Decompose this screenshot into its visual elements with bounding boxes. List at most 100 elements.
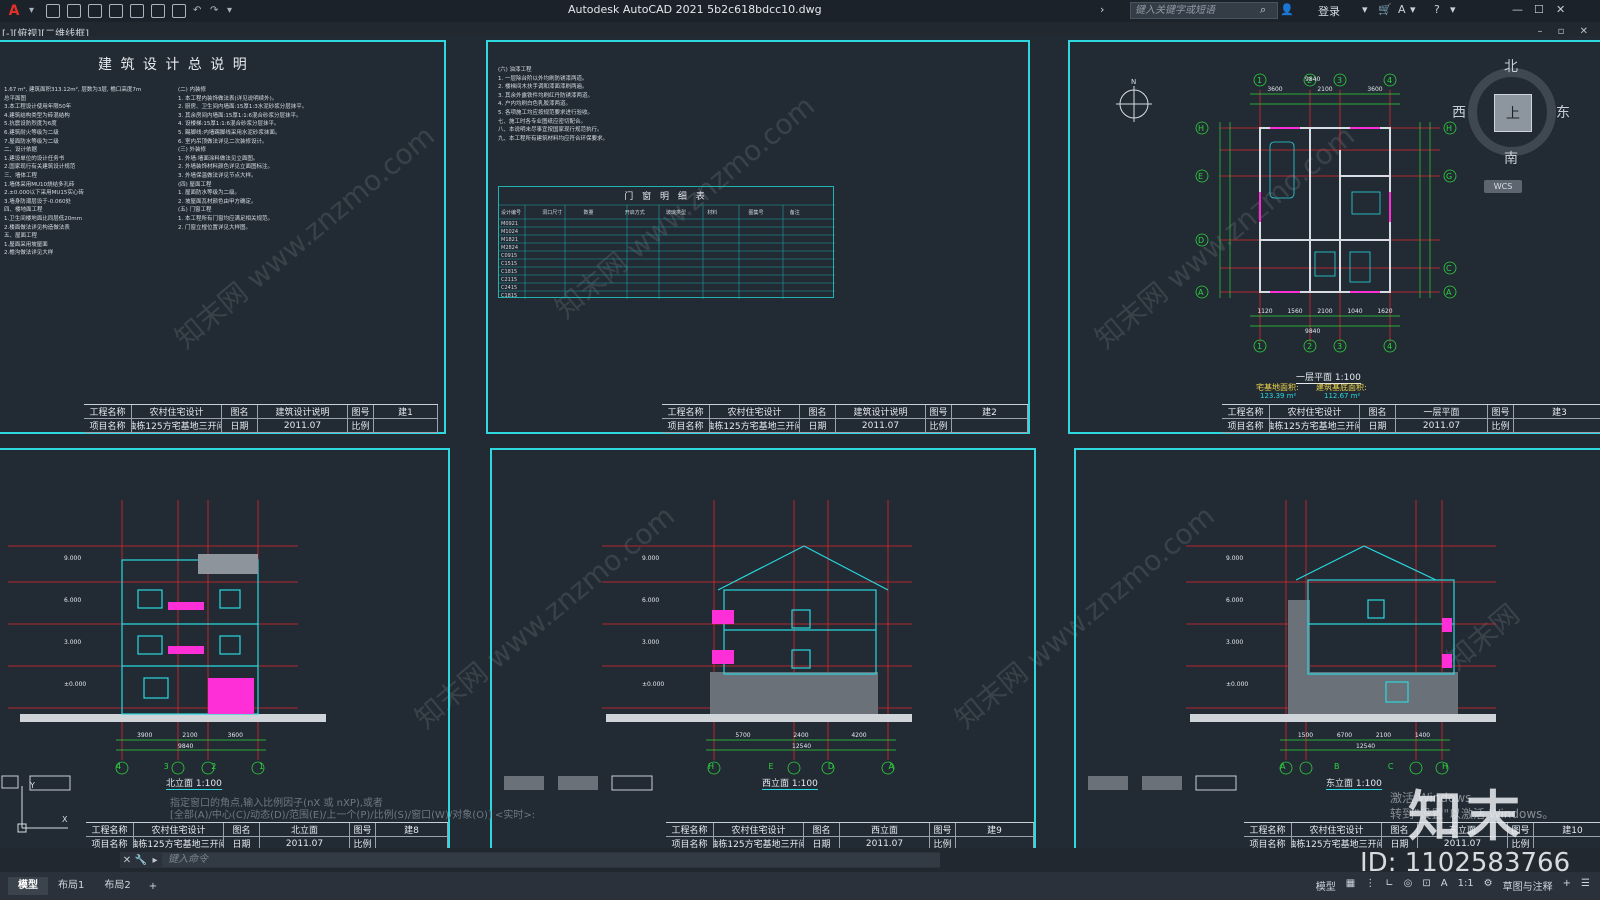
north-level-marks: 9.000 6.000 3.000 ±0.000 bbox=[64, 538, 86, 706]
item-name: (独栋125方宅基地三开间) bbox=[714, 837, 804, 848]
title-block-label: 图名 bbox=[804, 823, 840, 837]
svg-text:G: G bbox=[1446, 172, 1452, 181]
svg-text:A: A bbox=[1198, 288, 1204, 297]
scale-value bbox=[1534, 837, 1600, 848]
close-icon[interactable]: ✕ bbox=[120, 855, 134, 866]
recent-commands-icon[interactable]: ▸ bbox=[148, 855, 162, 866]
customization-icon[interactable]: ☰ bbox=[1581, 878, 1590, 893]
wcs-menu[interactable]: WCS bbox=[1484, 180, 1522, 193]
east-level-marks: 9.000 6.000 3.000 ±0.000 bbox=[1226, 538, 1248, 706]
north-axis-labels: 4 3 2 1 bbox=[116, 762, 264, 771]
sheet-west-elevation[interactable]: H E D A 5700 2400 4200 12540 9.000 6.000 3.000 ±… bbox=[490, 448, 1036, 848]
close-icon[interactable]: ✕ bbox=[1556, 3, 1565, 16]
item-name: (独栋125方宅基地三开间) bbox=[1292, 837, 1382, 848]
svg-text:H: H bbox=[1198, 124, 1204, 133]
title-block-label: 图名 bbox=[222, 405, 258, 419]
level-mark: 9.000 bbox=[64, 555, 82, 562]
plan-bottom-dimensions: 1120 1560 2100 1040 1620 bbox=[1250, 308, 1400, 315]
autocad-logo-icon[interactable]: A bbox=[6, 3, 22, 19]
axis-label: H bbox=[708, 762, 715, 771]
snap-icon[interactable]: ⋮ bbox=[1365, 878, 1375, 893]
table-header-cell: 备注 bbox=[789, 210, 800, 216]
plot-icon[interactable] bbox=[151, 4, 165, 18]
annotation-scale[interactable]: 1:1 bbox=[1458, 878, 1474, 893]
chevron-down-icon[interactable]: ▾ bbox=[29, 6, 39, 16]
dimension-text: 6700 bbox=[1336, 732, 1353, 739]
chevron-down-icon[interactable]: ▾ bbox=[1450, 3, 1456, 16]
search-icon[interactable]: ⌕ bbox=[1260, 3, 1266, 17]
chevron-down-icon[interactable]: ▾ bbox=[1362, 3, 1368, 16]
add-layout-icon[interactable]: + bbox=[141, 881, 157, 892]
command-history-line: [全部(A)/中心(C)/动态(D)/范围(E)/上一个(P)/比例(S)/窗口… bbox=[170, 810, 536, 821]
grid-icon[interactable]: ▦ bbox=[1346, 878, 1355, 893]
compass-north[interactable]: 北 bbox=[1504, 56, 1518, 76]
open-folder-icon[interactable] bbox=[67, 4, 81, 18]
command-input[interactable]: 键入命令 bbox=[162, 853, 940, 867]
table-cell: M1024 bbox=[501, 229, 519, 235]
cart-icon[interactable]: 🛒 bbox=[1378, 3, 1392, 16]
compass-south[interactable]: 南 bbox=[1504, 148, 1518, 168]
compass-east[interactable]: 东 bbox=[1556, 102, 1570, 122]
layout-tab[interactable]: 模型 bbox=[8, 877, 48, 895]
brand-watermark: 知末 bbox=[1408, 785, 1524, 848]
login-link[interactable]: 登录 bbox=[1318, 3, 1340, 19]
table-cell: C2415 bbox=[501, 285, 518, 291]
title-block-label: 项目名称 bbox=[662, 419, 710, 433]
dimension-text: 1560 bbox=[1287, 308, 1303, 315]
dimension-text: 4200 bbox=[851, 732, 867, 739]
title-block-label: 图名 bbox=[800, 405, 836, 419]
redo-icon[interactable]: ↷ bbox=[210, 6, 220, 16]
maximize-icon[interactable]: ☐ bbox=[1534, 3, 1544, 16]
title-block-label: 工程名称 bbox=[86, 823, 134, 837]
ortho-icon[interactable]: ∟ bbox=[1385, 878, 1393, 893]
chevron-right-icon[interactable]: › bbox=[1100, 3, 1104, 16]
annotation-visibility-icon[interactable]: A bbox=[1441, 878, 1448, 893]
project-name: 农村住宅设计 bbox=[1270, 405, 1360, 419]
dimension-text: 3900 bbox=[137, 732, 153, 739]
sheet-title: 北立面 1:100 bbox=[166, 776, 222, 790]
layout-tab[interactable]: 布局1 bbox=[48, 877, 94, 895]
polar-icon[interactable]: ◎ bbox=[1404, 878, 1413, 893]
drawing-date: 2011.07 bbox=[840, 837, 930, 848]
quick-access-toolbar: A ▾ ↶ ↷ ▾ bbox=[0, 3, 237, 19]
autodesk-a360-icon[interactable]: A bbox=[1398, 3, 1406, 16]
osnap-icon[interactable]: ⊡ bbox=[1422, 878, 1430, 893]
drawing-canvas[interactable]: 知末网 www.znzmo.com 知末网 www.znzmo.com 知末网 … bbox=[0, 36, 1600, 848]
undo-icon[interactable]: ↶ bbox=[193, 6, 203, 16]
customize-icon[interactable]: 🔧 bbox=[134, 855, 148, 866]
publish-icon[interactable] bbox=[130, 4, 144, 18]
title-block-label: 工程名称 bbox=[1244, 823, 1292, 837]
model-space-toggle[interactable]: 模型 bbox=[1316, 878, 1336, 893]
sheet-design-notes[interactable]: 建 筑 设 计 总 说 明 (二) 内装修 1. 本工程内装饰做法表(详见说明续… bbox=[0, 40, 446, 434]
command-history: 指定窗口的角点,输入比例因子(nX 或 nXP),或者 [全部(A)/中心(C)… bbox=[170, 798, 610, 822]
viewcube[interactable]: 上 北 南 西 东 bbox=[1452, 56, 1570, 168]
west-level-marks: 9.000 6.000 3.000 ±0.000 bbox=[642, 538, 664, 706]
customize-toolbar-icon[interactable]: ▾ bbox=[227, 6, 237, 16]
chevron-down-icon[interactable]: ▾ bbox=[1410, 3, 1416, 16]
save-as-icon[interactable] bbox=[109, 4, 123, 18]
user-icon[interactable]: 👤 bbox=[1280, 3, 1294, 16]
save-icon[interactable] bbox=[88, 4, 102, 18]
table-header-cell: 开启方式 bbox=[624, 210, 645, 216]
search-input[interactable]: 键入关键字或短语 bbox=[1130, 2, 1278, 19]
plus-icon[interactable]: + bbox=[1563, 878, 1571, 893]
workspace-switch[interactable]: 草图与注释 bbox=[1503, 878, 1553, 893]
notes-text: (二) 内装修 1. 本工程内装饰做法表(详见说明续外)。 2. 厨房、卫生间内… bbox=[178, 87, 308, 231]
sheet-door-window-table[interactable]: (六) 油漆工程 1. 一层除台阶以外均刷防锈漆两道。 2. 楼梯间木扶手调和漆… bbox=[486, 40, 1030, 434]
title-block-label: 图号 bbox=[348, 405, 374, 419]
print-icon[interactable] bbox=[172, 4, 186, 18]
viewcube-top-face[interactable]: 上 bbox=[1494, 94, 1532, 132]
dimension-text: 5700 bbox=[735, 732, 751, 739]
dimension-text: 3600 bbox=[1267, 86, 1283, 93]
gear-icon[interactable]: ⚙ bbox=[1484, 878, 1493, 893]
compass-west[interactable]: 西 bbox=[1452, 102, 1466, 122]
layout-tab[interactable]: 布局2 bbox=[94, 877, 140, 895]
title-block: 工程名称 农村住宅设计 图名 北立面 图号 建8 项目名称 (独栋125方宅基地… bbox=[86, 822, 448, 848]
svg-text:3: 3 bbox=[1337, 76, 1342, 85]
level-mark: ±0.000 bbox=[64, 681, 87, 688]
east-axis-labels: ABCH bbox=[1280, 762, 1448, 771]
drawing-name: 一层平面 bbox=[1396, 405, 1488, 419]
help-icon[interactable]: ? bbox=[1434, 3, 1440, 16]
minimize-icon[interactable]: — bbox=[1512, 3, 1523, 16]
new-file-icon[interactable] bbox=[46, 4, 60, 18]
